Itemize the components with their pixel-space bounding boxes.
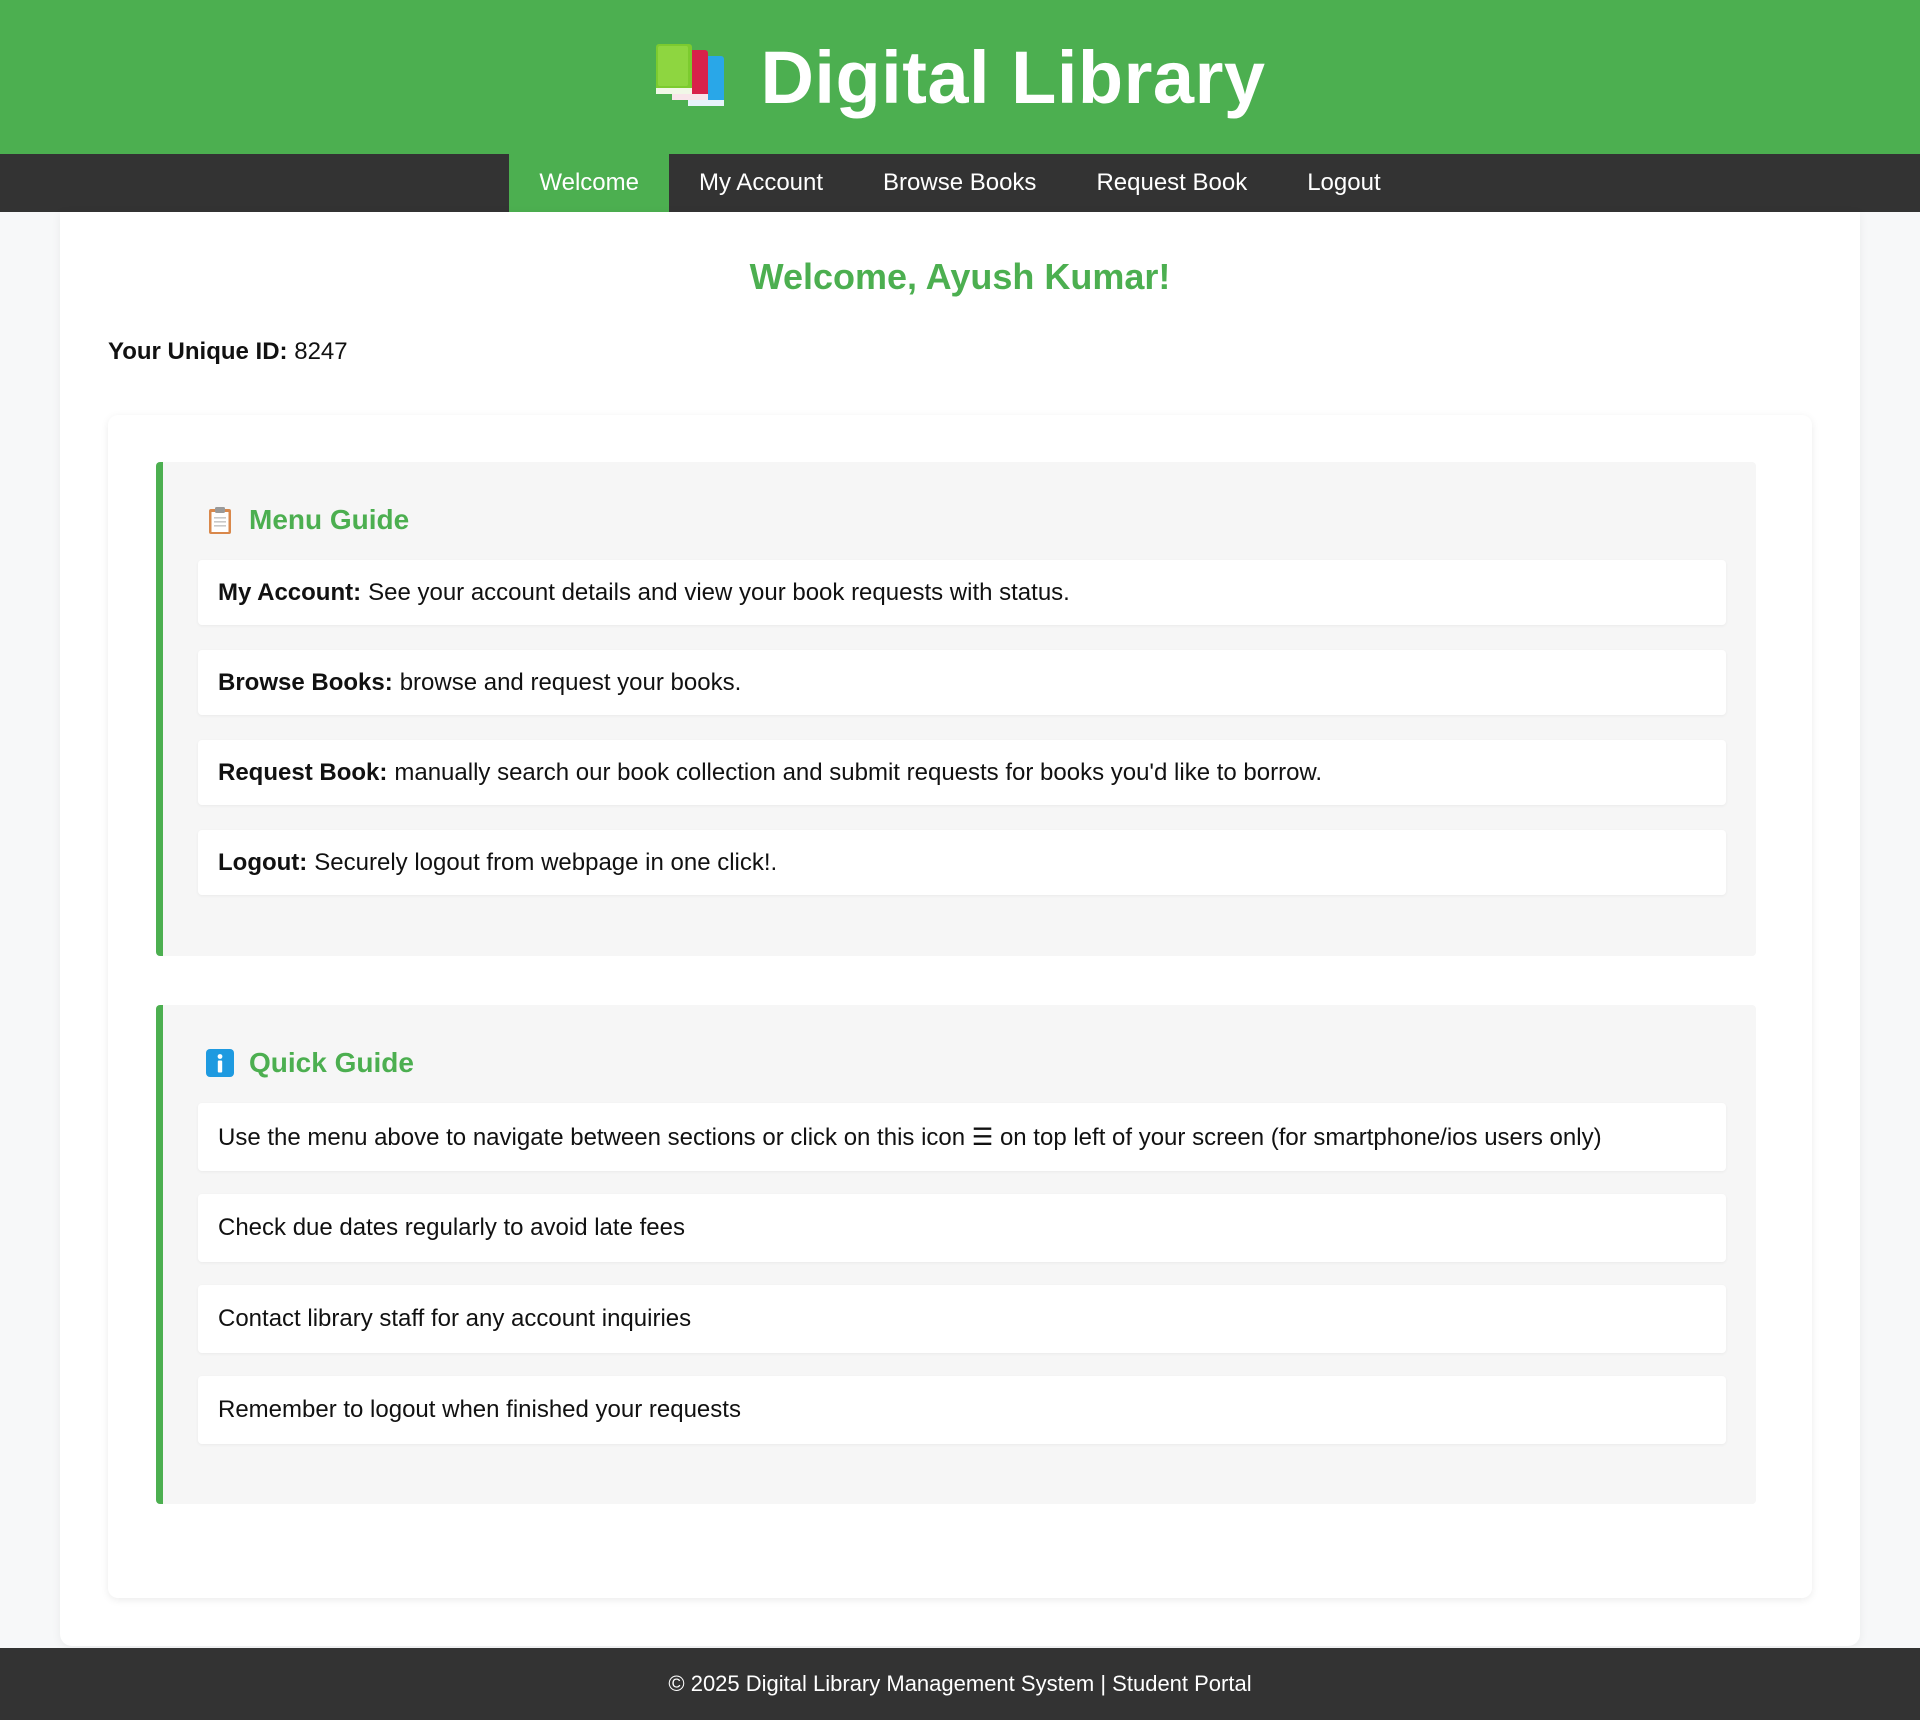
nav-request-book[interactable]: Request Book bbox=[1066, 154, 1277, 212]
unique-id-value: 8247 bbox=[294, 338, 348, 365]
guide-text: Securely logout from webpage in one clic… bbox=[314, 848, 778, 876]
guide-text: manually search our book collection and … bbox=[394, 758, 1323, 786]
list-item: Request Book: manually search our book c… bbox=[198, 740, 1726, 805]
site-title-text: Digital Library bbox=[760, 35, 1266, 119]
list-item: Check due dates regularly to avoid late … bbox=[198, 1194, 1726, 1262]
list-item: Use the menu above to navigate between s… bbox=[198, 1103, 1726, 1171]
quick-guide-title: Quick Guide bbox=[249, 1047, 414, 1078]
list-item: My Account: See your account details and… bbox=[198, 560, 1726, 625]
nav-welcome[interactable]: Welcome bbox=[509, 154, 669, 212]
quick-guide-list: Use the menu above to navigate between s… bbox=[198, 1103, 1726, 1444]
clipboard-icon bbox=[209, 507, 231, 534]
quick-guide-section: Quick Guide Use the menu above to naviga… bbox=[156, 1005, 1756, 1504]
guide-text: See your account details and view your b… bbox=[368, 578, 1070, 606]
list-item: Contact library staff for any account in… bbox=[198, 1285, 1726, 1353]
welcome-title: Welcome, Ayush Kumar! bbox=[749, 256, 1171, 297]
main-nav: Welcome My Account Browse Books Request … bbox=[0, 154, 1920, 212]
nav-logout[interactable]: Logout bbox=[1277, 154, 1410, 212]
site-title: Digital Library bbox=[654, 35, 1265, 120]
list-item: Browse Books: browse and request your bo… bbox=[198, 650, 1726, 715]
guide-term: My Account: bbox=[218, 578, 362, 606]
guide-text: browse and request your books. bbox=[399, 668, 742, 696]
menu-guide-list: My Account: See your account details and… bbox=[198, 560, 1726, 895]
guide-term: Browse Books: bbox=[218, 668, 393, 696]
unique-id-label: Your Unique ID: bbox=[108, 338, 288, 365]
main-card: Welcome, Ayush Kumar! Your Unique ID: 82… bbox=[60, 212, 1860, 1646]
nav-my-account[interactable]: My Account bbox=[669, 154, 853, 212]
list-item: Logout: Securely logout from webpage in … bbox=[198, 830, 1726, 895]
menu-guide-title: Menu Guide bbox=[249, 504, 410, 535]
menu-guide-heading: Menu Guide bbox=[205, 500, 1720, 540]
info-icon bbox=[206, 1049, 234, 1077]
books-icon bbox=[656, 44, 725, 106]
quick-guide-heading: Quick Guide bbox=[205, 1043, 1720, 1083]
guide-term: Logout: bbox=[218, 848, 308, 876]
site-footer: © 2025 Digital Library Management System… bbox=[0, 1648, 1920, 1720]
nav-browse-books[interactable]: Browse Books bbox=[853, 154, 1066, 212]
menu-guide-section: Menu Guide My Account: See your account … bbox=[156, 462, 1756, 956]
site-header: Digital Library bbox=[0, 0, 1920, 154]
guides-card: Menu Guide My Account: See your account … bbox=[108, 415, 1812, 1598]
unique-id: Your Unique ID: 8247 bbox=[108, 338, 348, 366]
list-item: Remember to logout when finished your re… bbox=[198, 1376, 1726, 1444]
guide-term: Request Book: bbox=[218, 758, 388, 786]
